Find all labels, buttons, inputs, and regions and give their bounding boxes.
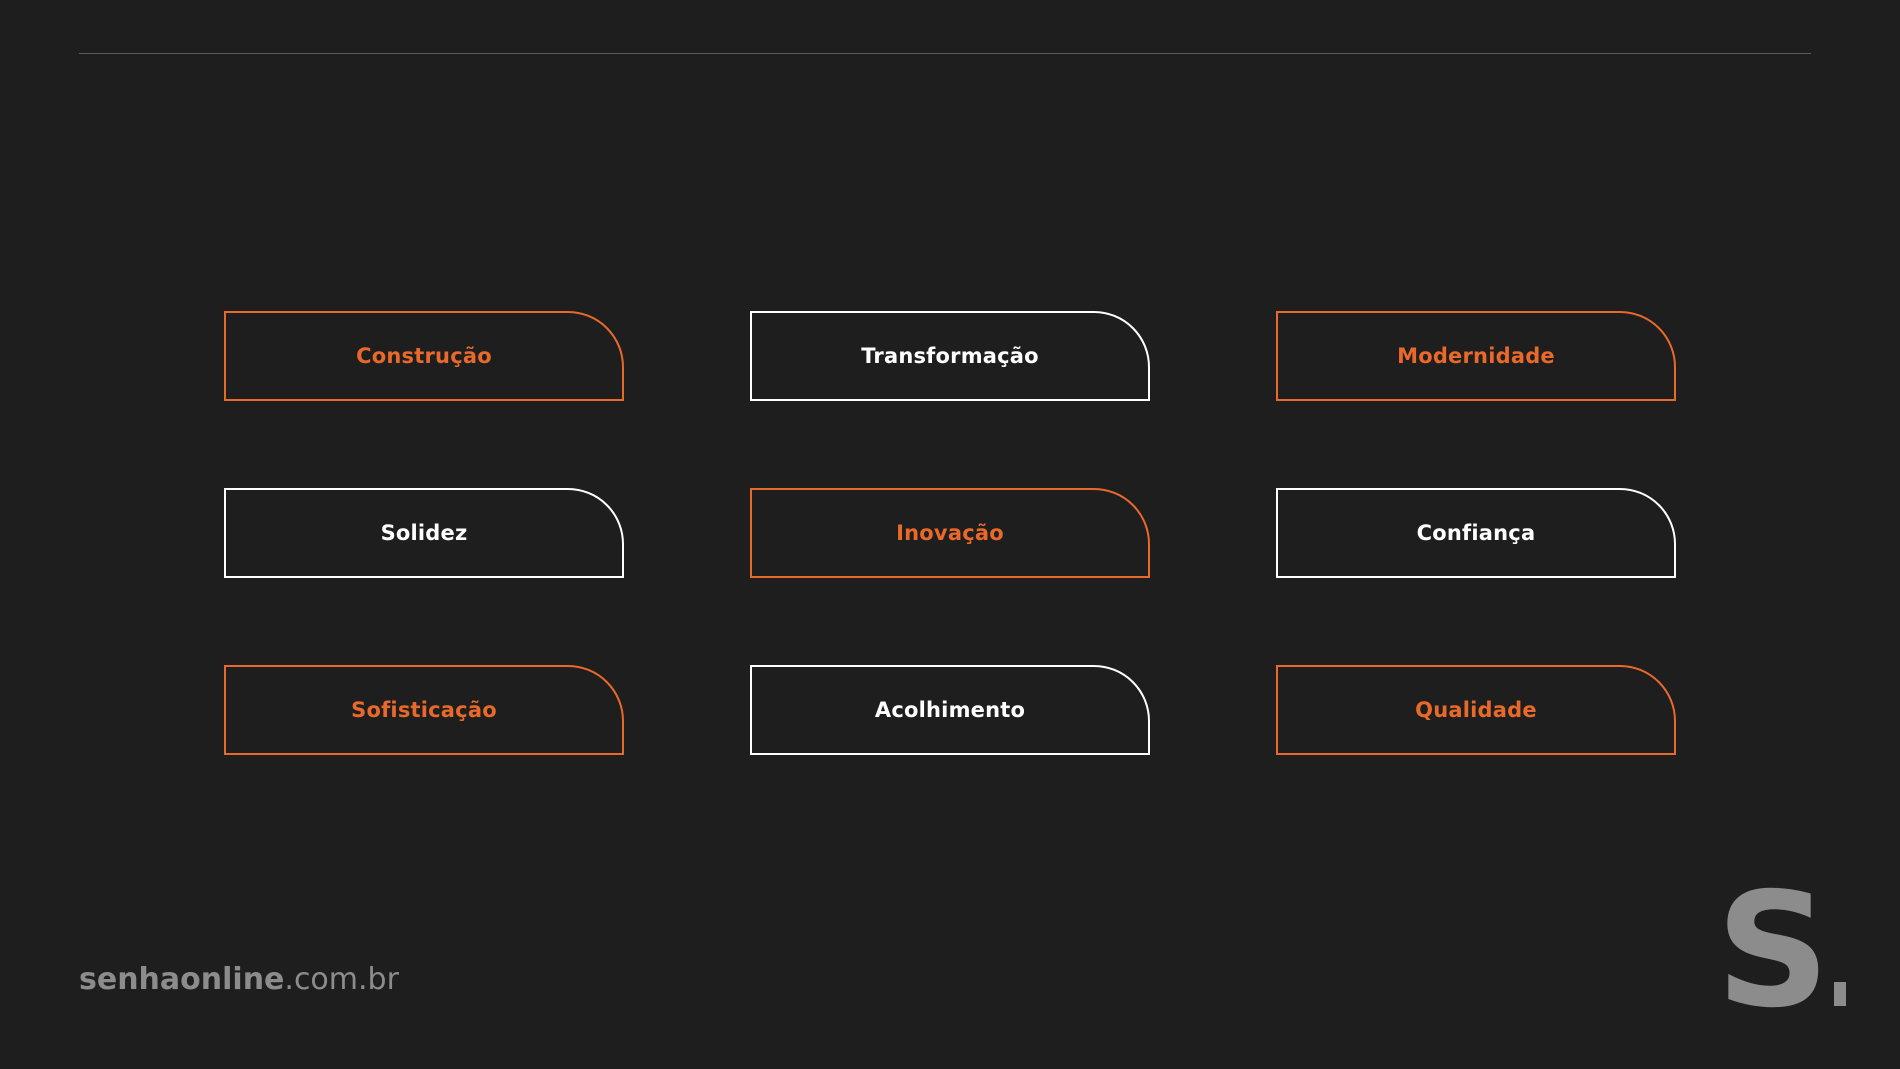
tag-confianca: Confiança: [1276, 488, 1676, 578]
footer-website[interactable]: senhaonline.com.br: [79, 962, 399, 997]
tag-acolhimento: Acolhimento: [750, 665, 1150, 755]
site-name: senhaonline: [79, 962, 285, 997]
tag-solidez: Solidez: [224, 488, 624, 578]
tag-sofisticacao: Sofisticação: [224, 665, 624, 755]
site-domain: .com.br: [284, 962, 399, 997]
tag-modernidade: Modernidade: [1276, 311, 1676, 401]
tag-construcao: Construção: [224, 311, 624, 401]
tag-inovacao: Inovação: [750, 488, 1150, 578]
values-grid: Construção Transformação Modernidade Sol…: [224, 311, 1676, 755]
tag-qualidade: Qualidade: [1276, 665, 1676, 755]
top-divider: [79, 53, 1811, 54]
tag-transformacao: Transformação: [750, 311, 1150, 401]
logo-dot: [1833, 982, 1846, 1006]
brand-logo: S: [1716, 859, 1846, 1044]
logo-letter: S: [1716, 859, 1830, 1044]
